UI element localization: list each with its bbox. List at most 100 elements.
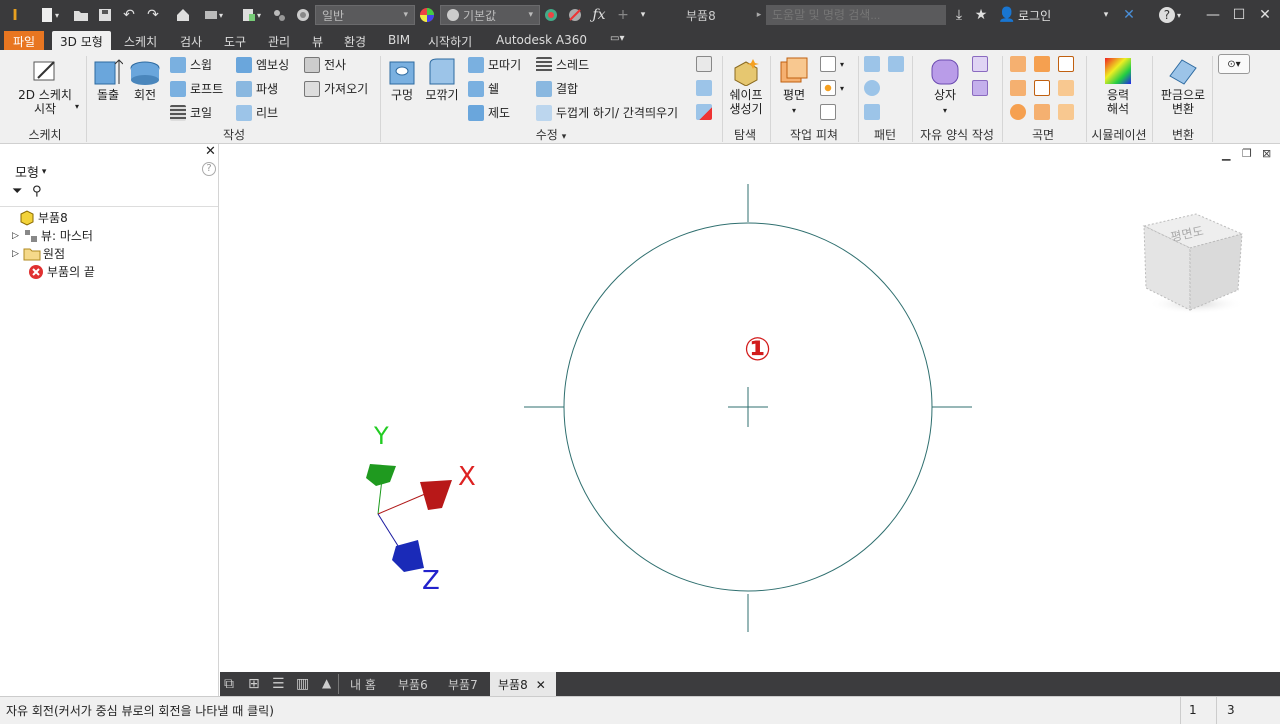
help-icon[interactable]: ? ▾ — [1154, 5, 1186, 25]
plus-icon[interactable]: + — [614, 5, 632, 25]
combine-button[interactable]: 결합 — [536, 80, 578, 97]
shell-button[interactable]: 쉘 — [468, 80, 499, 97]
convert-sheet-metal-button[interactable]: 판금으로 변환 — [1156, 56, 1210, 116]
open-icon[interactable] — [72, 5, 90, 25]
star-icon[interactable]: ★ — [972, 5, 990, 25]
close-icon[interactable]: ✕ — [1254, 5, 1276, 25]
help-icon[interactable]: ? — [202, 162, 216, 176]
expand-arrow-icon[interactable]: ▷ — [12, 249, 19, 259]
patch-button[interactable] — [1058, 56, 1078, 72]
import-button[interactable]: 가져오기 — [304, 80, 368, 97]
minimize-icon[interactable]: — — [1202, 5, 1224, 25]
tree-item-view[interactable]: ▷ 뷰: 마스터 — [12, 227, 93, 244]
thread-button[interactable]: 스레드 — [536, 56, 589, 73]
help-search-input[interactable] — [766, 5, 946, 25]
new-icon[interactable]: ▾ — [34, 5, 64, 25]
sketch-driven-pattern-button[interactable] — [864, 104, 884, 120]
filter-icon[interactable]: ⏷ — [12, 184, 22, 199]
shape-generator-button[interactable]: 쉐이프 생성기 — [724, 56, 768, 116]
point-button[interactable]: ▾ — [820, 80, 844, 96]
decal-button[interactable]: 전사 — [304, 56, 346, 73]
trim-button[interactable] — [1010, 80, 1030, 96]
maximize-icon[interactable]: ☐ — [1228, 5, 1250, 25]
clear-override-icon[interactable] — [566, 5, 584, 25]
exchange-icon[interactable]: ✕ — [1120, 5, 1138, 25]
tab-inspect[interactable]: 검사 — [180, 31, 202, 50]
doc-tab-part8[interactable]: 부품8 ✕ — [490, 672, 556, 696]
replace-face-button[interactable] — [1010, 104, 1030, 120]
doc-tab-home[interactable]: 내 홈 — [350, 676, 376, 693]
stitch-button[interactable] — [1010, 56, 1030, 72]
fillet-button[interactable]: 모깎기 — [422, 56, 462, 102]
tab-file[interactable]: 파일 — [4, 31, 45, 50]
direct-edit-button[interactable] — [696, 80, 716, 96]
extrude-button[interactable]: 돌출 — [92, 56, 124, 102]
appearance-dropdown[interactable]: 기본값 ▾ — [440, 5, 540, 25]
customize-chevron-icon[interactable]: ▾ — [636, 5, 650, 25]
save-icon[interactable] — [96, 5, 114, 25]
fx-icon[interactable]: ƒx — [590, 5, 608, 25]
cascade-windows-icon[interactable]: ⧉ — [224, 676, 234, 692]
split-button[interactable] — [696, 56, 716, 72]
rib-button[interactable]: 리브 — [236, 104, 278, 121]
delete-face-button[interactable] — [696, 104, 716, 120]
revolve-button[interactable]: 회전 — [128, 56, 162, 102]
freeform-box-button[interactable]: 상자 ▾ — [924, 56, 966, 118]
doc-tab-close-icon[interactable]: ✕ — [536, 678, 546, 692]
coil-button[interactable]: 코일 — [170, 104, 212, 121]
freeform-tool-2-button[interactable] — [972, 80, 992, 96]
tab-get-started[interactable]: 시작하기 — [428, 31, 472, 50]
home-icon[interactable] — [174, 5, 192, 25]
doc-tab-part7[interactable]: 부품7 — [448, 676, 478, 693]
rectangular-pattern-button[interactable] — [864, 56, 884, 72]
ucs-button[interactable] — [820, 104, 840, 120]
inventor-logo-icon[interactable]: I — [6, 3, 24, 27]
repair-bodies-button[interactable] — [1034, 104, 1054, 120]
undo-icon[interactable]: ↶ — [120, 5, 138, 25]
tab-tools[interactable]: 도구 — [224, 31, 246, 50]
viewport-restore-icon[interactable]: ❐ — [1242, 147, 1252, 160]
tile-windows-icon[interactable]: ⊞ — [248, 676, 260, 692]
plane-button[interactable]: 평면 ▾ — [776, 56, 812, 118]
browser-title-dropdown[interactable]: 모형 ▾ — [15, 162, 46, 181]
color-override-icon[interactable] — [542, 5, 560, 25]
tab-environments[interactable]: 환경 — [344, 31, 366, 50]
stress-analysis-button[interactable]: 응력 해석 — [1094, 56, 1142, 116]
circular-pattern-button[interactable] — [864, 80, 884, 96]
return-icon[interactable]: ▾ — [198, 5, 228, 25]
tile-horizontal-icon[interactable]: ☰ — [272, 676, 285, 692]
fit-mesh-face-button[interactable] — [1058, 104, 1078, 120]
tab-a360[interactable]: Autodesk A360 — [496, 31, 587, 50]
login-chevron-icon[interactable]: ▾ — [1100, 5, 1112, 25]
mirror-button[interactable] — [888, 56, 908, 72]
find-binoculars-icon[interactable]: ⚲ — [32, 184, 42, 199]
viewport-minimize-icon[interactable]: ▁ — [1222, 148, 1230, 161]
axis-button[interactable]: ▾ — [820, 56, 844, 72]
material-dropdown[interactable]: 일반 ▾ — [315, 5, 415, 25]
tab-bim[interactable]: BIM — [388, 31, 410, 50]
select-icon[interactable]: ▾ — [236, 5, 266, 25]
properties-icon[interactable] — [270, 5, 288, 25]
tab-view[interactable]: 뷰 — [312, 31, 323, 50]
tile-vertical-icon[interactable]: ▥ — [296, 676, 309, 692]
sweep-button[interactable]: 스윕 — [170, 56, 212, 73]
tab-list-up-icon[interactable]: ▲ — [322, 676, 331, 690]
viewcube[interactable]: 평면도 — [1138, 204, 1248, 314]
browser-close-icon[interactable]: ✕ — [205, 144, 216, 159]
ribbon-options-button[interactable]: ⊙▾ — [1218, 54, 1250, 74]
login-button[interactable]: 로그인 — [1018, 5, 1098, 25]
redo-icon[interactable]: ↷ — [144, 5, 162, 25]
tab-sketch[interactable]: 스케치 — [124, 31, 157, 50]
tree-item-part[interactable]: 부품8 — [18, 208, 68, 226]
start-2d-sketch-button[interactable]: 2D 스케치 시작 — [14, 56, 76, 116]
expand-arrow-icon[interactable]: ▷ — [12, 231, 19, 241]
chamfer-button[interactable]: 모따기 — [468, 56, 521, 73]
tab-manage[interactable]: 관리 — [268, 31, 290, 50]
appearance-icon[interactable] — [294, 5, 312, 25]
tab-3d-model[interactable]: 3D 모형 — [52, 31, 111, 50]
thicken-offset-button[interactable]: 두껍게 하기/ 간격띄우기 — [536, 104, 678, 121]
search-arrow-icon[interactable]: ⤓ — [950, 5, 968, 25]
derive-button[interactable]: 파생 — [236, 80, 278, 97]
viewport-close-icon[interactable]: ⊠ — [1262, 147, 1271, 160]
hole-button[interactable]: 구멍 — [386, 56, 418, 102]
